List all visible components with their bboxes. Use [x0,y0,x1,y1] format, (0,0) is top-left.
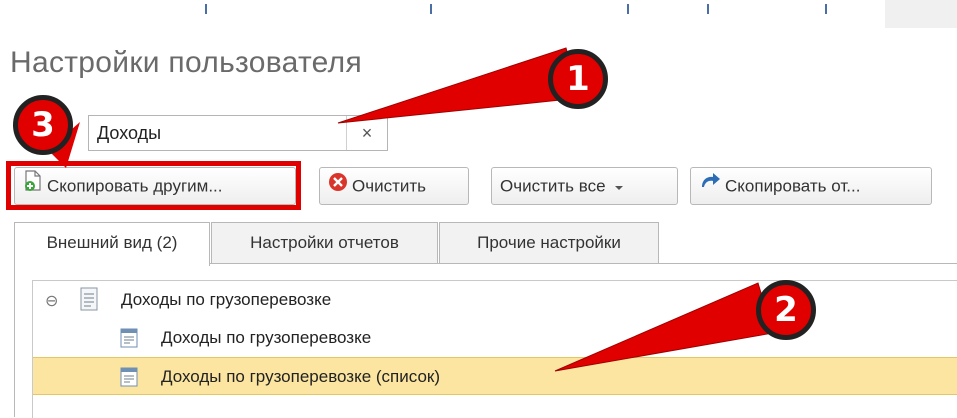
settings-tree: ⊖ Доходы по грузоперевозке Доходы по гру… [32,280,957,418]
marker-3: 3 [13,95,73,155]
tab-appearance[interactable]: Внешний вид (2) [14,222,210,266]
toolbar-tick [825,4,827,14]
report-form-icon [120,328,138,353]
clear-button[interactable]: Очистить [319,167,469,205]
clear-all-button[interactable]: Очистить все [491,167,678,205]
content-border [14,263,15,417]
toolbar-gray-area [885,0,957,28]
tree-item-row-selected[interactable]: Доходы по грузоперевозке (список) [33,357,957,395]
clear-search-button[interactable]: × [346,116,387,150]
tree-item-label: Доходы по грузоперевозке (список) [161,367,441,386]
chevron-down-icon [614,169,624,205]
search-field[interactable]: × [88,115,388,151]
copy-from-label: Скопировать от... [725,176,861,196]
marker-1: 1 [548,49,608,109]
search-input[interactable] [89,116,339,150]
copy-from-button[interactable]: Скопировать от... [690,167,932,205]
toolbar-tick [430,4,432,14]
pointer-1 [337,47,581,124]
curved-arrow-icon [699,169,721,205]
highlight-copy-button [6,161,301,210]
clear-all-label: Очистить все [500,176,606,196]
toolbar-tick [205,4,207,14]
report-form-icon [120,367,138,392]
clear-x-icon [328,169,348,205]
toolbar-tick [627,4,629,14]
tree-group-label: Доходы по грузоперевозке [121,290,332,309]
marker-2: 2 [756,280,816,340]
document-icon [80,287,98,316]
top-toolbar-remnant [0,0,957,28]
toolbar-tick [707,4,709,14]
collapse-toggle-icon[interactable]: ⊖ [45,291,58,311]
tree-item-label: Доходы по грузоперевозке [161,328,372,347]
page-title: Настройки пользователя [10,46,363,79]
clear-label: Очистить [352,176,427,196]
tab-other-settings[interactable]: Прочие настройки [439,222,659,264]
tab-report-settings[interactable]: Настройки отчетов [211,222,438,264]
tree-item-row[interactable]: Доходы по грузоперевозке [33,319,957,357]
tree-group-row[interactable]: ⊖ Доходы по грузоперевозке [33,281,957,319]
